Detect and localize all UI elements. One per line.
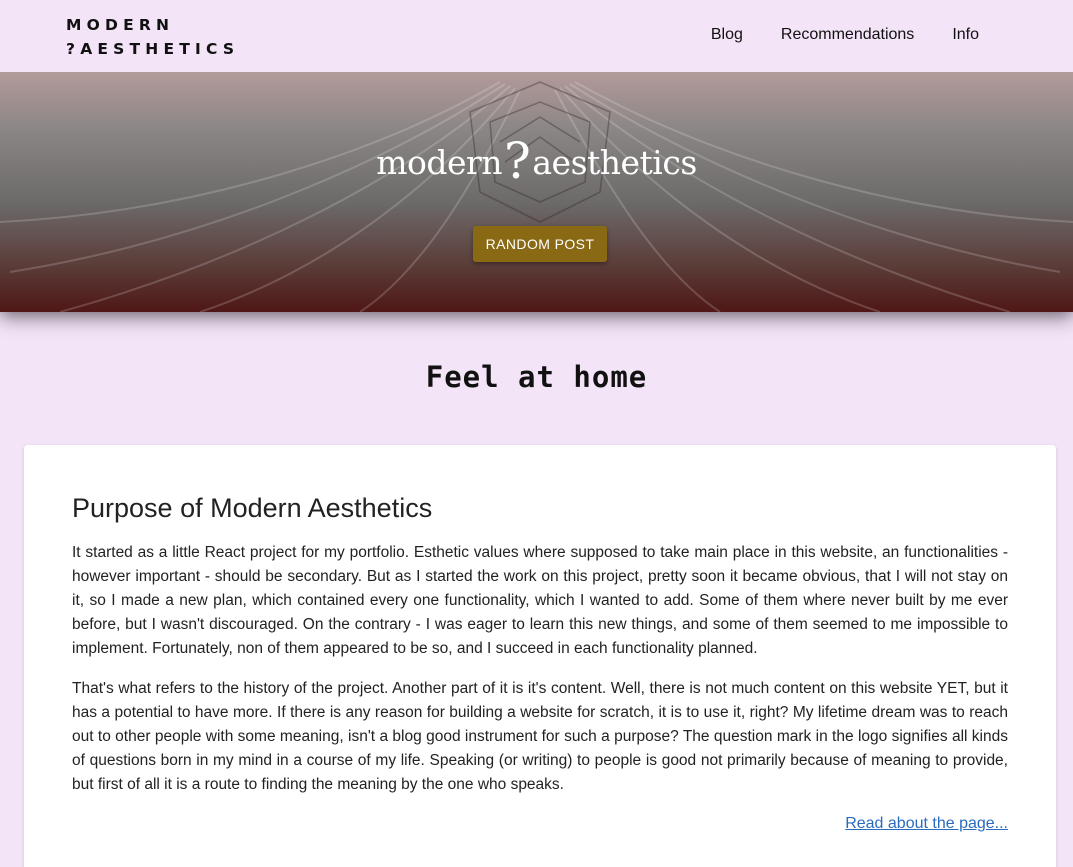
hero-banner: modern?aesthetics RANDOM POST	[0, 72, 1073, 312]
read-about-link[interactable]: Read about the page...	[845, 815, 1008, 833]
tower-background-image	[0, 81, 1073, 312]
purpose-card: Purpose of Modern Aesthetics It started …	[24, 445, 1056, 867]
hero-title-right: aesthetics	[532, 143, 697, 182]
card-paragraph-2: That's what refers to the history of the…	[72, 680, 1008, 793]
card-paragraph-1: It started as a little React project for…	[72, 544, 1008, 657]
question-mark-glyph: ?	[504, 132, 531, 190]
main-nav: Blog Recommendations Info	[673, 26, 979, 44]
site-logo[interactable]: MODERN ?AESTHETICS	[66, 13, 239, 61]
hero-logo-title: modern?aesthetics	[0, 128, 1073, 190]
logo-line-2: ?AESTHETICS	[66, 40, 240, 58]
hero-title-left: modern	[376, 143, 503, 182]
nav-link-recommendations[interactable]: Recommendations	[781, 26, 914, 44]
logo-line-1: MODERN	[66, 16, 175, 34]
card-heading: Purpose of Modern Aesthetics	[72, 493, 433, 523]
nav-link-info[interactable]: Info	[952, 26, 979, 44]
nav-link-blog[interactable]: Blog	[711, 26, 743, 44]
tagline-heading: Feel at home	[425, 360, 648, 394]
random-post-button[interactable]: RANDOM POST	[473, 226, 607, 262]
top-navbar: MODERN ?AESTHETICS Blog Recommendations …	[0, 0, 1073, 72]
